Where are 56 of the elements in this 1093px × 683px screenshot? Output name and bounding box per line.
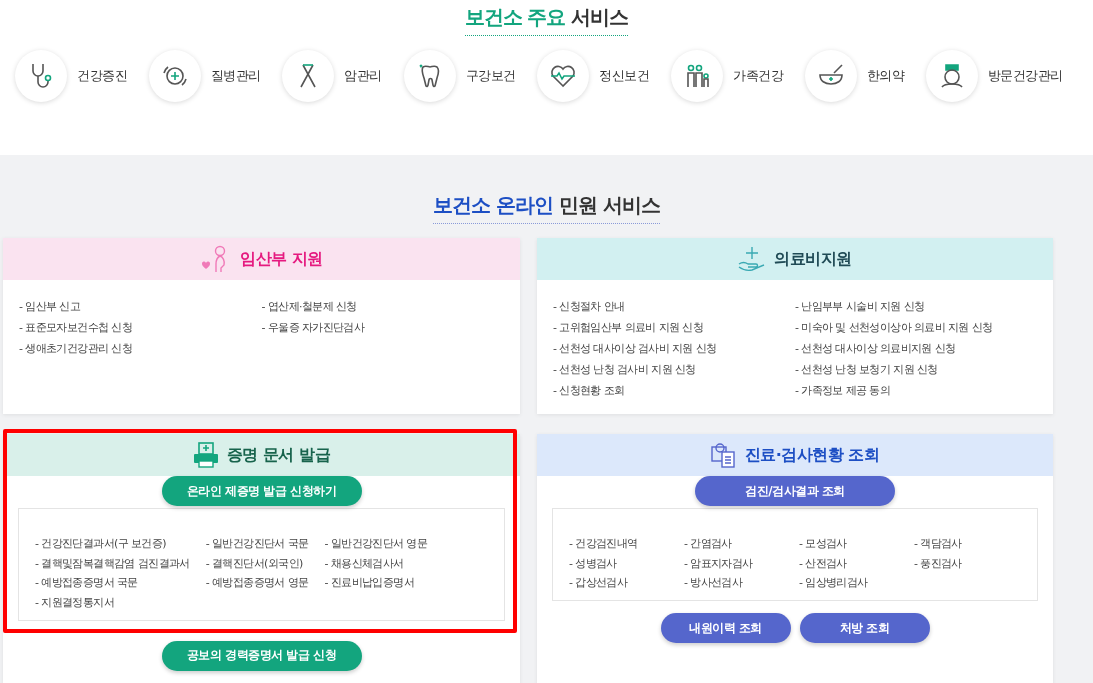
service-link[interactable]: 한의약: [804, 50, 905, 102]
service-link[interactable]: 방문건강관리: [925, 50, 1063, 102]
list-link[interactable]: - 난임부부 시술비 지원 신청: [795, 298, 1037, 316]
card-title: 진료·검사현황 조회: [744, 444, 880, 466]
section-title: 보건소 온라인 민원 서비스: [433, 192, 660, 224]
service-link[interactable]: 정신보건: [537, 50, 650, 102]
document-search-icon: [710, 442, 737, 468]
list-link[interactable]: - 방사선검사: [684, 574, 783, 592]
printer-icon: [192, 442, 219, 468]
service-link[interactable]: 가족건강: [671, 50, 783, 102]
list-link[interactable]: - 일반건강진단서 국문: [205, 535, 309, 553]
list-link[interactable]: - 신청현황 조회: [553, 382, 795, 400]
list-link[interactable]: - 선천성 대사이상 검사비 지원 신청: [553, 340, 795, 358]
section-title: 보건소 주요 서비스: [464, 4, 629, 36]
list-link[interactable]: - 임상병리검사: [799, 574, 898, 592]
list-link[interactable]: - 성병검사: [569, 554, 668, 573]
list-link[interactable]: - 결핵진단서(외국인): [205, 554, 309, 573]
list-link[interactable]: - 풍진검사: [914, 554, 1013, 573]
card-title: 증명 문서 발급: [226, 444, 331, 466]
list-link[interactable]: - 예방접종증명서 영문: [205, 574, 309, 592]
list-link[interactable]: - 우울증 자가진단검사: [261, 319, 504, 337]
list-link[interactable]: - 산전검사: [799, 554, 898, 573]
list-link[interactable]: - 결핵및잠복결핵감염 검진결과서: [35, 554, 190, 573]
list-link[interactable]: - 건강검진내역: [569, 535, 668, 553]
service-link[interactable]: 구강보건: [403, 50, 516, 102]
action-button[interactable]: 내원이력 조회: [660, 613, 791, 643]
hand-plus-icon: [738, 246, 767, 272]
list-link[interactable]: - 암표지자검사: [684, 554, 783, 573]
list-link[interactable]: - 엽산제·철분제 신청: [261, 298, 504, 316]
list-link[interactable]: - 객담검사: [914, 535, 1013, 553]
card-title: 임산부 지원: [240, 248, 323, 270]
list-link[interactable]: - 표준모자보건수첩 신청: [19, 319, 262, 337]
list-link[interactable]: - 모성검사: [799, 535, 898, 553]
action-button[interactable]: 처방 조회: [799, 613, 930, 643]
list-link[interactable]: - 임산부 신고: [19, 298, 262, 316]
list-link[interactable]: - 신청절차 안내: [553, 298, 795, 316]
list-link[interactable]: - 간염검사: [684, 535, 783, 553]
list-link[interactable]: - 미숙아 및 선천성이상아 의료비 지원 신청: [795, 319, 1037, 337]
list-link[interactable]: - 지원결정통지서: [35, 593, 190, 612]
card-title: 의료비지원: [774, 248, 852, 270]
list-link[interactable]: - 선천성 난청 보청기 지원 신청: [795, 361, 1037, 379]
list-link[interactable]: - 고위험임산부 의료비 지원 신청: [553, 319, 795, 337]
list-link[interactable]: - 일반건강진단서 영문: [324, 535, 428, 553]
list-link[interactable]: - 선천성 난청 검사비 지원 신청: [553, 361, 795, 379]
list-link[interactable]: - 채용신체검사서: [324, 554, 428, 573]
list-link[interactable]: - 선천성 대사이상 의료비지원 신청: [795, 340, 1037, 358]
list-link[interactable]: - 건강진단결과서(구 보건증): [35, 535, 190, 553]
apply-button[interactable]: 검진/검사결과 조회: [695, 476, 895, 506]
list-link[interactable]: - 갑상선검사: [569, 574, 668, 592]
service-link[interactable]: 암관리: [282, 50, 382, 102]
service-link[interactable]: 질병관리: [148, 50, 261, 102]
service-link[interactable]: 건강증진: [15, 50, 127, 102]
list-link[interactable]: - 가족정보 제공 동의: [795, 382, 1037, 400]
list-link[interactable]: - 생애초기건강관리 신청: [19, 340, 262, 358]
list-link[interactable]: - 예방접종증명서 국문: [35, 574, 190, 592]
list-link[interactable]: - 진료비납입증명서: [324, 574, 428, 592]
